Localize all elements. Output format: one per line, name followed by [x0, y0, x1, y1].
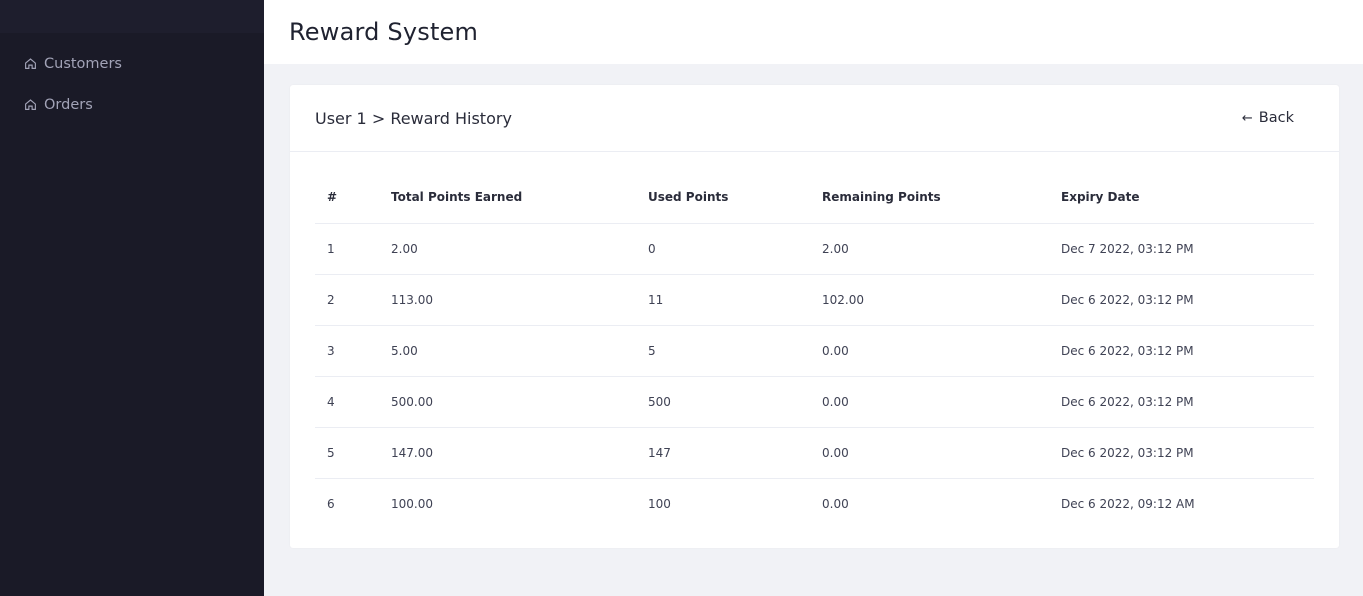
column-header-remaining-points: Remaining Points [810, 171, 1049, 224]
cell-used-points: 100 [648, 496, 671, 511]
page-title: Reward System [289, 18, 479, 46]
cell-remaining-points: 0.00 [810, 376, 1049, 428]
table-wrapper: # Total Points Earned Used Points Remain… [290, 152, 1339, 529]
cell-index: 1 [315, 223, 379, 275]
sidebar-item-label: Customers [44, 55, 122, 72]
back-label: Back [1258, 110, 1294, 126]
cell-expiry-date: Dec 6 2022, 03:12 PM [1049, 427, 1314, 479]
sidebar-item-customers[interactable]: Customers [0, 43, 264, 84]
cell-expiry-date: Dec 6 2022, 03:12 PM [1049, 274, 1314, 326]
cell-expiry-date: Dec 6 2022, 03:12 PM [1049, 325, 1314, 377]
table-header-row: # Total Points Earned Used Points Remain… [315, 171, 1314, 224]
back-button[interactable]: ← Back [1242, 110, 1294, 126]
cell-remaining-points: 0.00 [810, 325, 1049, 377]
column-header-index: # [315, 171, 379, 224]
sidebar-item-orders[interactable]: Orders [0, 84, 264, 125]
table-row: 2 113.00 11 102.00 Dec 6 2022, 03:12 PM [315, 274, 1314, 326]
sidebar-nav: Customers Orders [0, 33, 264, 125]
cell-used-points: 147 [636, 427, 810, 479]
sidebar-item-label: Orders [44, 96, 93, 113]
cell-total-points: 147.00 [379, 427, 636, 479]
cell-expiry-date: Dec 7 2022, 03:12 PM [1049, 223, 1314, 275]
cell-total-points: 100.00 [391, 496, 433, 511]
home-icon [25, 58, 36, 69]
column-header-used-points: Used Points [636, 171, 810, 224]
breadcrumb: User 1 > Reward History [315, 108, 512, 128]
table-row: 1 2.00 0 2.00 Dec 7 2022, 03:12 PM [315, 223, 1314, 275]
cell-index: 6 [327, 496, 335, 511]
cell-total-points: 500.00 [379, 376, 636, 428]
cell-index: 2 [315, 274, 379, 326]
cell-expiry-date: Dec 6 2022, 03:12 PM [1049, 376, 1314, 428]
cell-remaining-points: 0.00 [822, 496, 849, 511]
page-header: Reward System [264, 0, 1363, 64]
table-row: 6 100.00 100 0.00 Dec 6 2022, 09:12 AM [315, 478, 1314, 529]
reward-history-card: User 1 > Reward History ← Back # Total P… [290, 85, 1339, 548]
column-header-total-points: Total Points Earned [379, 171, 636, 224]
card-header: User 1 > Reward History ← Back [290, 85, 1339, 152]
cell-remaining-points: 0.00 [810, 427, 1049, 479]
cell-used-points: 500 [636, 376, 810, 428]
cell-used-points: 5 [636, 325, 810, 377]
cell-expiry-date: Dec 6 2022, 09:12 AM [1061, 496, 1195, 511]
sidebar: Customers Orders [0, 0, 264, 596]
table-row: 3 5.00 5 0.00 Dec 6 2022, 03:12 PM [315, 325, 1314, 377]
column-header-expiry-date: Expiry Date [1049, 171, 1314, 224]
cell-used-points: 0 [636, 223, 810, 275]
cell-remaining-points: 102.00 [810, 274, 1049, 326]
cell-total-points: 5.00 [379, 325, 636, 377]
cell-total-points: 113.00 [379, 274, 636, 326]
table-row: 5 147.00 147 0.00 Dec 6 2022, 03:12 PM [315, 427, 1314, 479]
home-icon [25, 99, 36, 110]
reward-history-table: # Total Points Earned Used Points Remain… [315, 171, 1314, 529]
cell-index: 4 [315, 376, 379, 428]
cell-remaining-points: 2.00 [810, 223, 1049, 275]
table-row: 4 500.00 500 0.00 Dec 6 2022, 03:12 PM [315, 376, 1314, 428]
cell-total-points: 2.00 [379, 223, 636, 275]
sidebar-brand-area [0, 0, 264, 33]
cell-used-points: 11 [636, 274, 810, 326]
arrow-left-icon: ← [1241, 110, 1253, 126]
cell-index: 3 [315, 325, 379, 377]
cell-index: 5 [315, 427, 379, 479]
